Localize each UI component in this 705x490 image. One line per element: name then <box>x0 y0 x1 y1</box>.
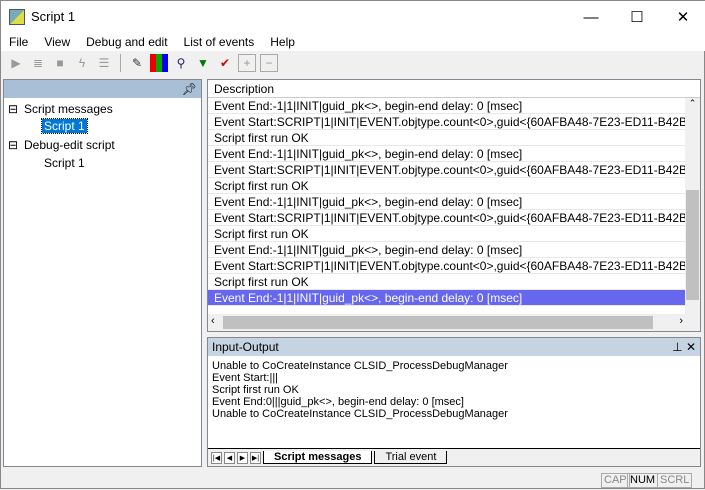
io-header: Input-Output ⊥ ✕ <box>208 338 700 356</box>
pin-icon[interactable]: 📌︎ <box>182 82 197 96</box>
tree-pane-header: 📌︎ <box>4 80 201 98</box>
pin-icon[interactable]: ⊥ <box>672 340 682 354</box>
horizontal-scrollbar[interactable]: ‹ › <box>208 314 687 331</box>
colors-icon[interactable] <box>150 54 168 72</box>
tab-trial-event[interactable]: Trial event <box>374 451 448 464</box>
compile-icon[interactable]: ϟ <box>73 54 91 72</box>
status-bar: CAP NUM SCRL <box>1 469 705 490</box>
caps-indicator: CAP <box>601 473 630 488</box>
io-output: Unable to CoCreateInstance CLSID_Process… <box>208 356 700 420</box>
event-row[interactable]: Event End:-1|1|INIT|guid_pk<>, begin-end… <box>208 242 687 258</box>
save-icon[interactable]: ■ <box>51 54 69 72</box>
binoculars-icon[interactable]: ⚲ <box>172 54 190 72</box>
list-icon[interactable]: ☰ <box>95 54 113 72</box>
event-row[interactable]: Script first run OK <box>208 130 687 146</box>
window-title: Script 1 <box>31 9 76 24</box>
script-tree-pane: 📌︎ ⊟ Script messages Script 1 ⊟ Debug-ed… <box>3 79 202 467</box>
event-row[interactable]: Event Start:SCRIPT|1|INIT|EVENT.objtype.… <box>208 162 687 178</box>
menu-list-of-events[interactable]: List of events <box>176 33 263 51</box>
menu-file[interactable]: File <box>1 33 36 51</box>
event-row[interactable]: Script first run OK <box>208 274 687 290</box>
app-icon <box>9 9 25 25</box>
tree-collapse-icon[interactable]: ⊟ <box>8 138 18 152</box>
next-tab-icon[interactable]: ▶ <box>237 451 248 464</box>
io-tab-bar: |◀ ◀ ▶ ▶| Script messages Trial event <box>208 448 700 466</box>
tree-node-script-1-selected[interactable]: Script 1 <box>41 118 88 134</box>
filter-icon[interactable]: ▼ <box>194 54 212 72</box>
io-line: Unable to CoCreateInstance CLSID_Process… <box>212 408 508 420</box>
collapse-icon[interactable]: − <box>260 54 278 72</box>
event-row[interactable]: Event End:-1|1|INIT|guid_pk<>, begin-end… <box>208 98 687 114</box>
event-list: Event End:-1|1|INIT|guid_pk<>, begin-end… <box>208 98 700 306</box>
io-line: Event End:0|||guid_pk<>, begin-end delay… <box>212 396 464 408</box>
event-row[interactable]: Event End:-1|1|INIT|guid_pk<>, begin-end… <box>208 194 687 210</box>
tree-collapse-icon[interactable]: ⊟ <box>8 102 18 116</box>
filter-check-icon[interactable]: ✔ <box>216 54 234 72</box>
last-tab-icon[interactable]: ▶| <box>250 451 261 464</box>
input-output-pane: Input-Output ⊥ ✕ Unable to CoCreateInsta… <box>207 337 701 467</box>
run-icon[interactable]: ▶ <box>7 54 25 72</box>
event-row[interactable]: Event Start:SCRIPT|1|INIT|EVENT.objtype.… <box>208 114 687 130</box>
io-line: Unable to CoCreateInstance CLSID_Process… <box>212 360 508 372</box>
event-row[interactable]: Event Start:SCRIPT|1|INIT|EVENT.objtype.… <box>208 210 687 226</box>
io-line: Event Start:||| <box>212 372 279 384</box>
menu-debug-and-edit[interactable]: Debug and edit <box>78 33 175 51</box>
tab-script-messages[interactable]: Script messages <box>263 451 373 464</box>
tree-node-debug-edit-script[interactable]: Debug-edit script <box>24 138 115 152</box>
io-title: Input-Output <box>212 340 279 354</box>
menu-view[interactable]: View <box>36 33 78 51</box>
event-list-pane: Description Event End:-1|1|INIT|guid_pk<… <box>207 79 701 332</box>
eraser-icon[interactable]: ✎ <box>128 54 146 72</box>
num-indicator: NUM <box>627 473 659 488</box>
tree-node-script-1[interactable]: Script 1 <box>44 156 85 170</box>
maximize-button[interactable]: ☐ <box>614 1 660 33</box>
event-row[interactable]: Event End:-1|1|INIT|guid_pk<>, begin-end… <box>208 290 687 306</box>
prev-tab-icon[interactable]: ◀ <box>224 451 235 464</box>
scroll-thumb[interactable] <box>686 190 699 300</box>
toolbar: ▶ ≣ ■ ϟ ☰ ✎ ⚲ ▼ ✔ + − <box>1 51 286 75</box>
scroll-right-icon[interactable]: › <box>679 315 683 327</box>
tree-node-script-messages[interactable]: Script messages <box>24 102 113 116</box>
close-icon[interactable]: ✕ <box>686 340 696 354</box>
scroll-up-icon[interactable]: ⌃ <box>685 98 700 109</box>
menu-bar: File View Debug and edit List of events … <box>1 33 705 51</box>
description-column-header[interactable]: Description <box>208 80 700 98</box>
io-line: Script first run OK <box>212 384 299 396</box>
event-row[interactable]: Event Start:SCRIPT|1|INIT|EVENT.objtype.… <box>208 258 687 274</box>
title-bar: Script 1 — ☐ ✕ <box>1 1 705 33</box>
scroll-left-icon[interactable]: ‹ <box>211 315 215 327</box>
menu-help[interactable]: Help <box>262 33 303 51</box>
minimize-button[interactable]: — <box>568 1 614 33</box>
toolbar-separator <box>120 54 121 72</box>
event-row[interactable]: Script first run OK <box>208 178 687 194</box>
vertical-scrollbar[interactable]: ⌃ <box>685 98 700 331</box>
first-tab-icon[interactable]: |◀ <box>211 451 222 464</box>
event-row[interactable]: Event End:-1|1|INIT|guid_pk<>, begin-end… <box>208 146 687 162</box>
expand-icon[interactable]: + <box>238 54 256 72</box>
scroll-lock-indicator: SCRL <box>657 473 693 488</box>
event-row[interactable]: Script first run OK <box>208 226 687 242</box>
close-button[interactable]: ✕ <box>660 1 705 33</box>
scroll-thumb[interactable] <box>223 316 653 329</box>
step-icon[interactable]: ≣ <box>29 54 47 72</box>
